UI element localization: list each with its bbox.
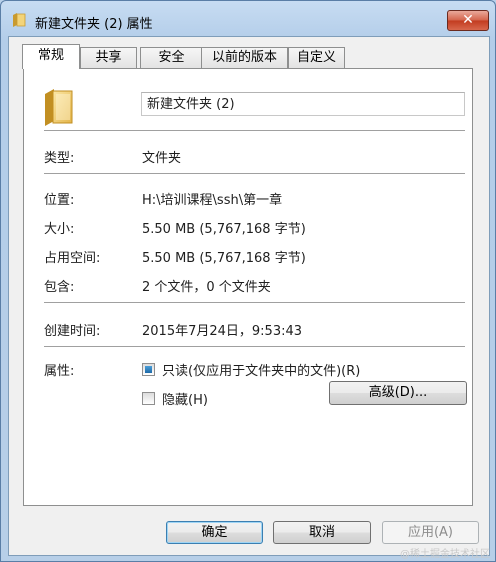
contains-value: 2 个文件，0 个文件夹 — [142, 280, 271, 295]
hidden-label: 隐藏(H) — [162, 393, 208, 408]
disk-size-label: 占用空间: — [44, 251, 101, 266]
type-value: 文件夹 — [142, 151, 182, 166]
tab-previous-versions[interactable]: 以前的版本 — [201, 47, 288, 68]
divider — [44, 173, 465, 175]
readonly-checkbox[interactable] — [142, 363, 155, 376]
location-label: 位置: — [44, 193, 75, 208]
type-label: 类型: — [44, 151, 75, 166]
apply-button[interactable]: 应用(A) — [382, 521, 479, 544]
folder-icon — [13, 13, 26, 27]
general-panel: 新建文件夹 (2) 类型: 文件夹 位置: H:\培训课程\ssh\第一章 大小… — [23, 68, 473, 506]
title-bar[interactable]: 新建文件夹 (2) 属性 ✕ — [1, 1, 495, 35]
tab-general[interactable]: 常规 — [22, 44, 80, 69]
divider — [44, 130, 465, 132]
tab-label: 安全 — [158, 50, 185, 65]
close-button[interactable]: ✕ — [447, 10, 489, 31]
size-label: 大小: — [44, 222, 75, 237]
divider — [44, 302, 465, 304]
window-title: 新建文件夹 (2) 属性 — [35, 17, 153, 32]
watermark: @稀土掘金技术社区 — [400, 549, 490, 560]
advanced-button[interactable]: 高级(D)... — [329, 381, 467, 405]
hidden-checkbox[interactable] — [142, 392, 155, 405]
folder-icon — [45, 89, 73, 126]
dialog-client: 常规 共享 安全 以前的版本 自定义 新建文件夹 (2) 类型: 文件夹 位置:… — [8, 36, 490, 556]
created-label: 创建时间: — [44, 324, 101, 339]
disk-size-value: 5.50 MB (5,767,168 字节) — [142, 251, 306, 266]
size-value: 5.50 MB (5,767,168 字节) — [142, 222, 306, 237]
readonly-label: 只读(仅应用于文件夹中的文件)(R) — [162, 364, 361, 379]
tab-label: 共享 — [95, 50, 122, 65]
close-icon: ✕ — [462, 12, 474, 28]
created-value: 2015年7月24日，9:53:43 — [142, 324, 303, 339]
tab-label: 自定义 — [296, 50, 336, 65]
contains-label: 包含: — [44, 280, 75, 295]
ok-button[interactable]: 确定 — [166, 521, 263, 544]
cancel-button[interactable]: 取消 — [273, 521, 371, 544]
folder-name-input[interactable]: 新建文件夹 (2) — [141, 92, 465, 116]
tab-label: 以前的版本 — [211, 50, 277, 65]
location-value: H:\培训课程\ssh\第一章 — [142, 193, 283, 208]
tab-sharing[interactable]: 共享 — [80, 47, 137, 68]
tab-label: 常规 — [37, 48, 64, 63]
divider — [44, 346, 465, 348]
tab-customize[interactable]: 自定义 — [288, 47, 345, 68]
attributes-label: 属性: — [44, 364, 75, 379]
tab-security[interactable]: 安全 — [140, 47, 203, 68]
properties-window: 新建文件夹 (2) 属性 ✕ 常规 共享 安全 以前的版本 自定义 新建文件夹 … — [0, 0, 496, 562]
